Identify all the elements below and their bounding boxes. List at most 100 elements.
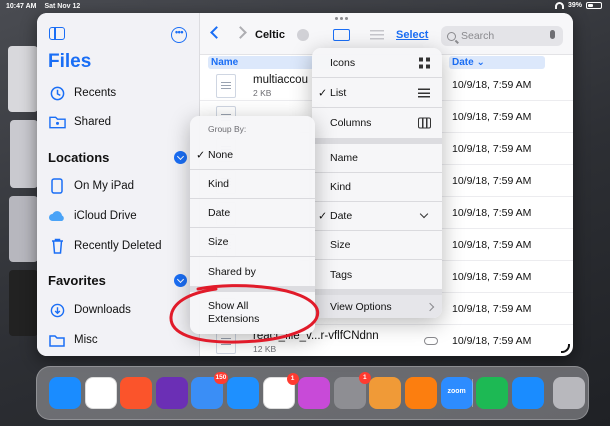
sidebar-item-icloud-drive[interactable]: iCloud Drive <box>48 205 137 227</box>
pages-icon[interactable] <box>369 377 402 409</box>
sidebar-item-label: Recently Deleted <box>74 240 162 252</box>
checkmark-icon: ✓ <box>196 149 206 162</box>
sidebar-item-recents[interactable]: Recents <box>48 82 116 104</box>
background-app-1[interactable] <box>8 46 38 112</box>
file-date: 10/9/18, 7:59 AM <box>452 271 532 283</box>
menu-item-sort-tags[interactable]: Tags <box>312 260 442 289</box>
column-date-label: Date <box>452 57 474 68</box>
menu-item-group-date[interactable]: Date <box>190 199 315 228</box>
search-input[interactable]: Search <box>441 26 563 46</box>
files-icon[interactable] <box>227 377 259 409</box>
sidebar-item-label: Misc <box>74 334 98 346</box>
microphone-icon[interactable] <box>550 30 555 39</box>
sidebar-item-label: Recents <box>74 87 117 99</box>
select-button[interactable]: Select <box>396 29 428 41</box>
menu-item-sort-kind[interactable]: Kind <box>312 173 442 202</box>
sidebar-item-label: iCloud Drive <box>74 210 137 222</box>
battery-fill <box>588 4 593 7</box>
status-time: 10:47 AM <box>6 3 37 10</box>
group-by-header: Group By: <box>208 123 247 134</box>
file-size: 12 KB <box>253 344 277 354</box>
search-icon <box>447 31 456 41</box>
file-date: 10/9/18, 7:59 AM <box>452 207 532 219</box>
favorites-collapse-icon[interactable] <box>174 274 187 287</box>
cloud-icon <box>48 208 66 224</box>
folder-icon <box>48 332 66 348</box>
download-icon <box>48 302 66 318</box>
mail-icon[interactable]: 150 <box>191 372 229 409</box>
menu-item-sort-size[interactable]: Size <box>312 231 442 260</box>
locations-collapse-icon[interactable] <box>174 151 187 164</box>
overcast-icon[interactable] <box>405 377 437 409</box>
menu-item-group-none[interactable]: ✓ None <box>190 141 315 170</box>
safari-icon-2[interactable] <box>511 377 544 409</box>
cloud-download-icon[interactable] <box>424 337 438 345</box>
title-menu-chevron-icon[interactable] <box>297 29 309 41</box>
spotify-icon[interactable] <box>476 377 509 409</box>
checkmark-icon: ✓ <box>318 210 328 223</box>
zoom-icon[interactable]: zoom <box>440 377 473 409</box>
tor-browser-icon[interactable] <box>155 377 188 409</box>
sidebar-item-on-my-ipad[interactable]: On My iPad <box>48 175 134 197</box>
sidebar-item-misc[interactable]: Misc <box>48 329 98 351</box>
menu-item-group-shared-by[interactable]: Shared by <box>190 257 315 286</box>
app-label: zoom <box>447 388 466 395</box>
notification-badge: 150 <box>213 372 229 384</box>
list-icon <box>418 88 430 97</box>
sidebar-item-downloads[interactable]: Downloads <box>48 299 131 321</box>
photos-icon[interactable]: 1 <box>262 373 299 409</box>
back-chevron-icon[interactable] <box>210 26 223 39</box>
sidebar-item-recently-deleted[interactable]: Recently Deleted <box>48 235 162 257</box>
menu-item-show-all-extensions[interactable]: Show All Extensions <box>190 292 315 334</box>
forward-chevron-icon[interactable] <box>234 26 247 39</box>
background-app-4[interactable] <box>9 270 38 336</box>
menu-item-columns[interactable]: Columns <box>312 108 442 138</box>
battery-percent: 39% <box>567 2 582 9</box>
safari-icon[interactable] <box>49 377 81 409</box>
menu-item-list[interactable]: ✓ List <box>312 78 442 108</box>
chrome-icon[interactable] <box>84 377 117 409</box>
brave-icon[interactable] <box>120 377 153 409</box>
sidebar-title: Files <box>48 51 92 72</box>
app-library-icon[interactable] <box>553 377 586 409</box>
sidebar-toggle-icon[interactable] <box>49 27 65 40</box>
clock-icon <box>48 85 66 101</box>
sidebar-item-label: On My iPad <box>74 180 135 192</box>
sort-chevron-icon: ⌄ <box>476 57 485 68</box>
sort-direction-chevron-icon <box>419 209 429 218</box>
menu-item-sort-name[interactable]: Name <box>312 144 442 173</box>
battery-icon <box>586 2 602 9</box>
new-folder-icon[interactable] <box>333 29 350 41</box>
background-app-2[interactable] <box>10 120 38 188</box>
file-date: 10/9/18, 7:59 AM <box>452 335 532 347</box>
background-app-3[interactable] <box>9 196 38 262</box>
document-icon <box>216 74 236 98</box>
notification-badge: 1 <box>286 373 299 385</box>
sidebar-item-shared[interactable]: Shared <box>48 111 111 133</box>
file-date: 10/9/18, 7:59 AM <box>452 111 532 123</box>
settings-icon[interactable]: 1 <box>333 372 371 409</box>
shared-folder-icon <box>48 114 66 130</box>
window-grabber[interactable] <box>335 17 348 20</box>
menu-item-group-kind[interactable]: Kind <box>190 170 315 199</box>
locations-heading: Locations <box>48 150 110 165</box>
sidebar: ••• Files Recents Shared Locations On My… <box>37 13 200 356</box>
grid-icon <box>419 57 430 68</box>
shortcuts-icon[interactable] <box>298 377 331 409</box>
menu-item-sort-date[interactable]: ✓ Date <box>312 202 442 231</box>
dock: 150 1 1 zoom <box>36 366 589 420</box>
view-options-menu: Icons ✓ List Columns Name Kind ✓ Date Si… <box>312 48 442 318</box>
menu-item-view-options[interactable]: View Options <box>312 295 442 318</box>
more-options-icon[interactable]: ••• <box>171 27 187 43</box>
submenu-chevron-icon <box>425 302 435 311</box>
folder-title[interactable]: Celtic <box>255 29 285 41</box>
wifi-icon <box>554 2 564 9</box>
view-list-icon[interactable] <box>370 30 384 40</box>
status-bar: 10:47 AM Sat Nov 12 39% <box>0 0 610 14</box>
column-date-header[interactable]: Date ⌄ <box>449 56 545 69</box>
file-date: 10/9/18, 7:59 AM <box>452 239 532 251</box>
menu-item-group-size[interactable]: Size <box>190 228 315 257</box>
file-date: 10/9/18, 7:59 AM <box>452 143 532 155</box>
menu-item-icons[interactable]: Icons <box>312 48 442 78</box>
file-date: 10/9/18, 7:59 AM <box>452 79 532 91</box>
